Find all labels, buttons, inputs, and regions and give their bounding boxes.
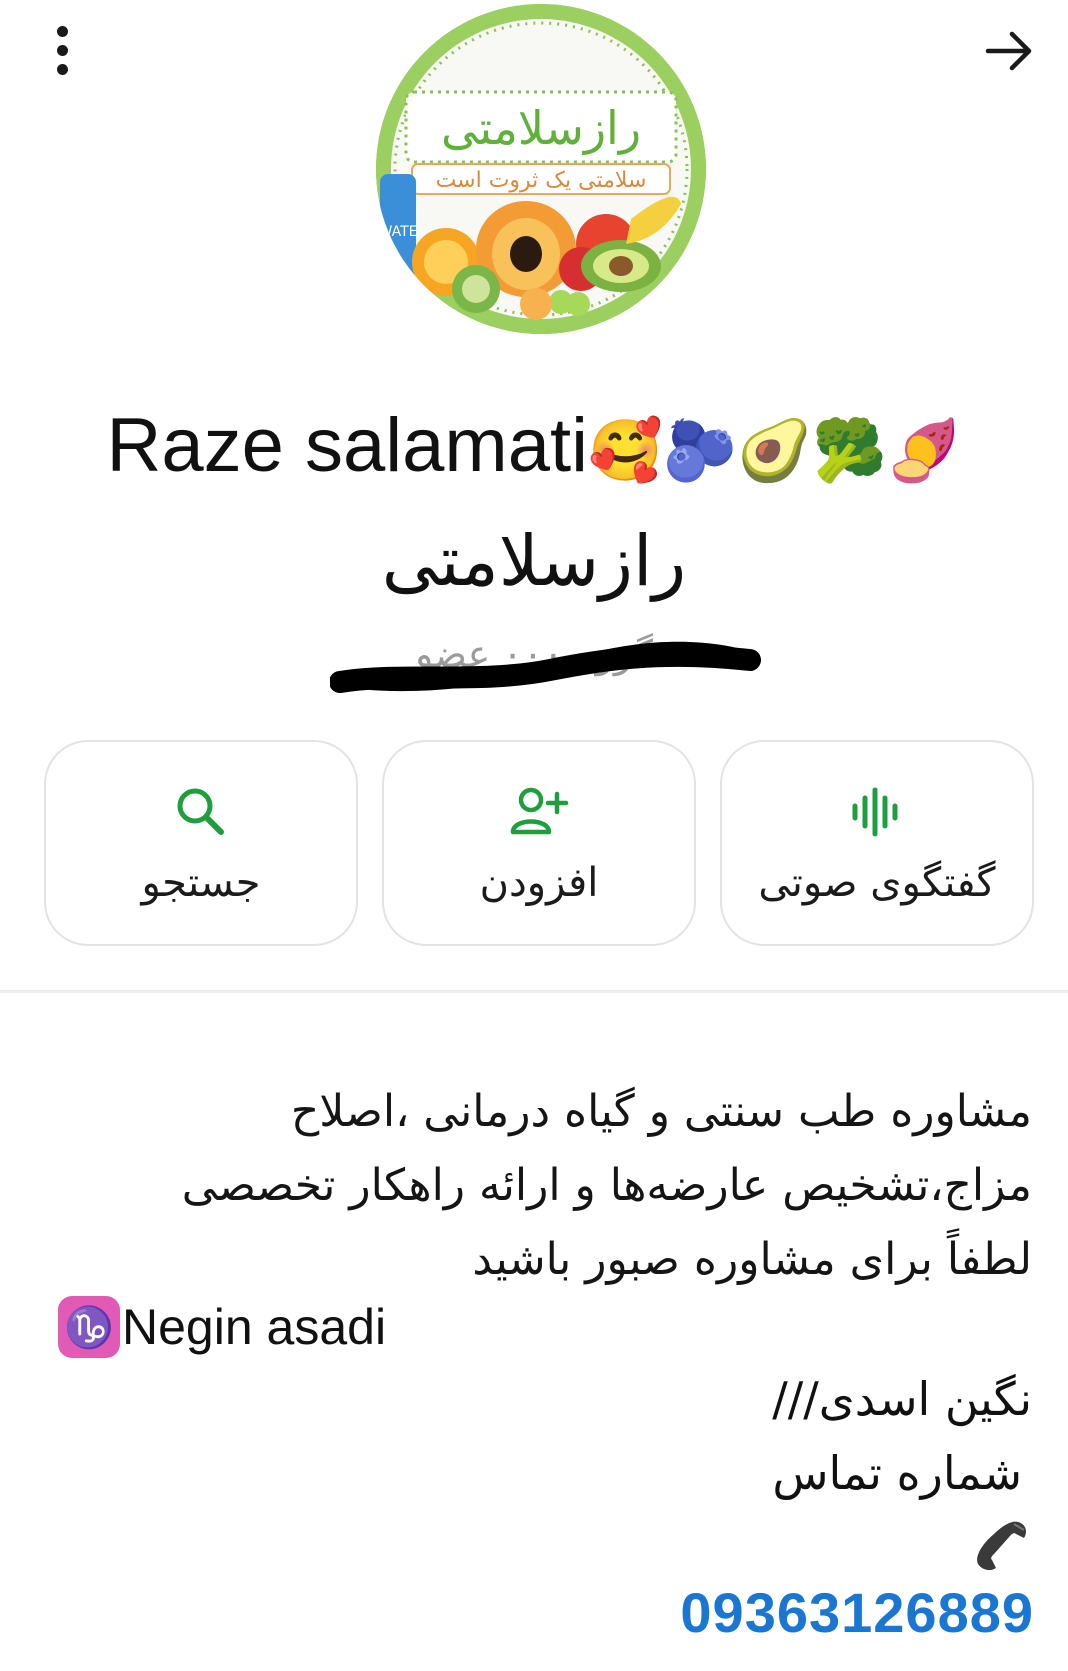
phone-number-link[interactable]: 09363126889 bbox=[680, 1580, 1034, 1645]
avatar-image: رازسلامتی سلامتی یک ثروت است WATE bbox=[376, 4, 706, 334]
more-vert-icon bbox=[56, 25, 68, 37]
description-line: لطفاً برای مشاوره صبور باشید bbox=[472, 1234, 1032, 1285]
group-avatar[interactable]: رازسلامتی سلامتی یک ثروت است WATE bbox=[376, 4, 706, 334]
more-options-button[interactable] bbox=[40, 20, 84, 80]
admin-name-persian: نگین اسدی/// bbox=[772, 1372, 1032, 1426]
avatar-bottle-text: WATE bbox=[379, 224, 418, 240]
more-vert-dot bbox=[56, 44, 68, 56]
arrow-right-icon bbox=[985, 31, 1032, 71]
voice-chat-button[interactable]: گفتگوی صوتی bbox=[720, 740, 1034, 946]
admin-name-latin: ♑ Negin asadi bbox=[58, 1296, 386, 1358]
add-person-icon bbox=[510, 787, 569, 835]
search-button-label: جستجو bbox=[141, 860, 261, 906]
description-line: مزاج،تشخیص عارضه‌ها و ارائه راهکار تخصصی bbox=[181, 1160, 1032, 1211]
search-icon bbox=[177, 788, 224, 835]
add-member-button-label: افزودن bbox=[479, 860, 599, 906]
capricorn-icon: ♑ bbox=[58, 1296, 120, 1358]
more-vert-dot bbox=[56, 63, 68, 75]
telephone-icon bbox=[977, 1521, 1026, 1571]
group-subtitle: رازسلامتی bbox=[381, 520, 687, 602]
action-buttons: جستجو افزودن گفتگوی صوتی bbox=[44, 740, 1034, 946]
avatar-title: رازسلامتی bbox=[441, 101, 641, 155]
add-member-button[interactable]: افزودن bbox=[382, 740, 696, 946]
admin-name-latin-text: Negin asadi bbox=[122, 1299, 387, 1355]
description-line: مشاوره طب سنتی و گیاه درمانی ،اصلاح bbox=[290, 1086, 1032, 1137]
group-name-emojis: 🥰🫐🥑🥦🍠 bbox=[587, 416, 962, 486]
group-name-text: Raze salamati bbox=[106, 403, 588, 488]
section-divider bbox=[0, 990, 1068, 993]
contact-label: شماره تماس bbox=[772, 1446, 1022, 1500]
group-description: مشاوره طب سنتی و گیاه درمانی ،اصلاح مزاج… bbox=[42, 1075, 1032, 1297]
search-button[interactable]: جستجو bbox=[44, 740, 358, 946]
redaction-scribble bbox=[330, 641, 761, 693]
group-name: Raze salamati🥰🫐🥑🥦🍠 bbox=[20, 400, 1048, 497]
avatar-tagline: سلامتی یک ثروت است bbox=[436, 168, 647, 193]
voice-chat-button-label: گفتگوی صوتی bbox=[758, 860, 996, 906]
voice-chat-icon bbox=[852, 787, 898, 837]
back-button[interactable] bbox=[980, 22, 1038, 80]
